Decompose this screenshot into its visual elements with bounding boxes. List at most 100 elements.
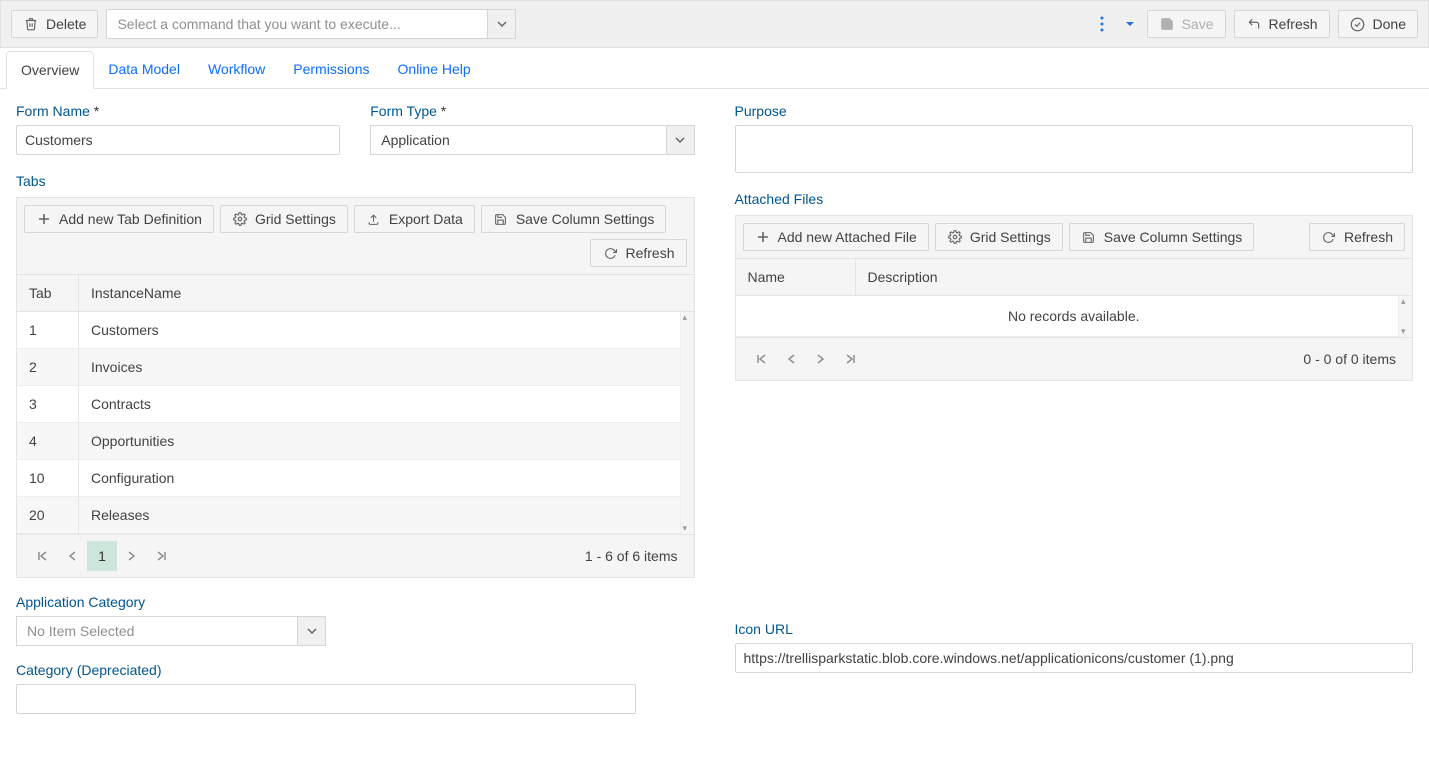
form-type-input[interactable]	[371, 126, 665, 154]
pager-page-1[interactable]: 1	[87, 541, 117, 571]
tab-workflow[interactable]: Workflow	[194, 51, 279, 89]
refresh-button[interactable]: Refresh	[1234, 10, 1330, 38]
table-row[interactable]: 1Customers	[17, 312, 694, 349]
files-grid: Add new Attached File Grid Settings Save…	[735, 215, 1414, 381]
cell-tab: 2	[17, 349, 79, 385]
add-file-button[interactable]: Add new Attached File	[743, 223, 929, 251]
trash-icon	[23, 16, 39, 32]
pager-last-button[interactable]	[147, 541, 177, 571]
gear-icon	[232, 211, 248, 227]
add-file-label: Add new Attached File	[778, 229, 917, 245]
tab-online-help[interactable]: Online Help	[384, 51, 485, 89]
caret-down-icon	[497, 19, 507, 29]
save-columns-button[interactable]: Save Column Settings	[481, 205, 667, 233]
gear-icon	[947, 229, 963, 245]
check-circle-icon	[1350, 16, 1366, 32]
scrollbar-hint[interactable]	[680, 312, 694, 534]
cell-tab: 3	[17, 386, 79, 422]
app-category-input[interactable]	[17, 617, 297, 645]
tabs-refresh-label: Refresh	[625, 245, 674, 261]
pager-last-button[interactable]	[836, 344, 866, 374]
dropdown-caret-button[interactable]	[1121, 15, 1139, 33]
cell-tab: 4	[17, 423, 79, 459]
export-data-button[interactable]: Export Data	[354, 205, 475, 233]
col-header-name[interactable]: Name	[736, 259, 856, 295]
icon-url-input[interactable]	[735, 643, 1414, 673]
scrollbar-hint[interactable]	[1398, 296, 1412, 337]
plus-icon	[36, 211, 52, 227]
pager-info: 1 - 6 of 6 items	[585, 548, 684, 564]
files-grid-settings-button[interactable]: Grid Settings	[935, 223, 1063, 251]
undo-icon	[1246, 16, 1262, 32]
done-button[interactable]: Done	[1338, 10, 1418, 38]
pager-first-button[interactable]	[27, 541, 57, 571]
purpose-input[interactable]	[735, 125, 1414, 173]
form-type-combobox[interactable]	[370, 125, 694, 155]
save-icon	[1081, 229, 1097, 245]
tabs-grid-settings-button[interactable]: Grid Settings	[220, 205, 348, 233]
cell-tab: 20	[17, 497, 79, 533]
files-refresh-button[interactable]: Refresh	[1309, 223, 1405, 251]
files-save-columns-button[interactable]: Save Column Settings	[1069, 223, 1255, 251]
files-grid-header: Name Description	[736, 258, 1413, 296]
caret-down-filled-icon	[1125, 19, 1135, 29]
pager-first-button[interactable]	[746, 344, 776, 374]
icon-url-label: Icon URL	[735, 621, 1414, 637]
add-tab-button[interactable]: Add new Tab Definition	[24, 205, 214, 233]
category-depr-input[interactable]	[16, 684, 636, 714]
export-icon	[366, 211, 382, 227]
files-refresh-label: Refresh	[1344, 229, 1393, 245]
col-header-instance[interactable]: InstanceName	[79, 275, 694, 311]
app-category-combobox[interactable]	[16, 616, 326, 646]
pager-prev-button[interactable]	[776, 344, 806, 374]
right-column: Purpose Attached Files Add new Attached …	[735, 103, 1414, 714]
col-header-tab[interactable]: Tab	[17, 275, 79, 311]
table-row[interactable]: 4Opportunities	[17, 423, 694, 460]
tabs-pager: 1 1 - 6 of 6 items	[17, 534, 694, 577]
table-row[interactable]: 2Invoices	[17, 349, 694, 386]
refresh-icon	[1321, 229, 1337, 245]
table-row[interactable]: 10Configuration	[17, 460, 694, 497]
save-columns-label: Save Column Settings	[516, 211, 655, 227]
delete-button[interactable]: Delete	[11, 10, 98, 38]
pager-next-button[interactable]	[806, 344, 836, 374]
command-combobox[interactable]	[106, 9, 516, 39]
cell-tab: 1	[17, 312, 79, 348]
save-icon	[493, 211, 509, 227]
caret-down-icon	[307, 626, 317, 636]
content-area: Form Name * Form Type * Tabs	[0, 89, 1429, 734]
export-data-label: Export Data	[389, 211, 463, 227]
tabs-section-label: Tabs	[16, 173, 695, 189]
pager-next-button[interactable]	[117, 541, 147, 571]
tabs-grid-settings-label: Grid Settings	[255, 211, 336, 227]
files-section-label: Attached Files	[735, 191, 1414, 207]
table-row[interactable]: 20Releases	[17, 497, 694, 534]
category-depr-label: Category (Depreciated)	[16, 662, 695, 678]
refresh-label: Refresh	[1269, 16, 1318, 32]
pager-prev-button[interactable]	[57, 541, 87, 571]
save-button: Save	[1147, 10, 1226, 38]
more-vertical-icon	[1095, 16, 1109, 32]
command-input[interactable]	[107, 10, 487, 38]
form-name-input[interactable]	[16, 125, 340, 155]
tab-permissions[interactable]: Permissions	[279, 51, 383, 89]
save-label: Save	[1182, 16, 1214, 32]
col-header-description[interactable]: Description	[856, 259, 1413, 295]
cell-instance: Customers	[79, 312, 694, 348]
table-row[interactable]: 3Contracts	[17, 386, 694, 423]
tab-overview[interactable]: Overview	[6, 51, 94, 89]
more-actions-button[interactable]	[1091, 12, 1113, 36]
form-type-dropdown-button[interactable]	[666, 126, 694, 154]
files-grid-toolbar: Add new Attached File Grid Settings Save…	[736, 216, 1413, 258]
tabs-refresh-button[interactable]: Refresh	[590, 239, 686, 267]
app-category-dropdown-button[interactable]	[297, 617, 325, 645]
cell-instance: Configuration	[79, 460, 694, 496]
no-records-message: No records available.	[736, 296, 1413, 337]
tabs-grid-body: 1Customers2Invoices3Contracts4Opportunit…	[17, 312, 694, 534]
add-tab-label: Add new Tab Definition	[59, 211, 202, 227]
tab-data-model[interactable]: Data Model	[94, 51, 194, 89]
command-dropdown-button[interactable]	[487, 10, 515, 38]
app-category-label: Application Category	[16, 594, 695, 610]
tabs-grid-header: Tab InstanceName	[17, 274, 694, 312]
files-pager: 0 - 0 of 0 items	[736, 337, 1413, 380]
